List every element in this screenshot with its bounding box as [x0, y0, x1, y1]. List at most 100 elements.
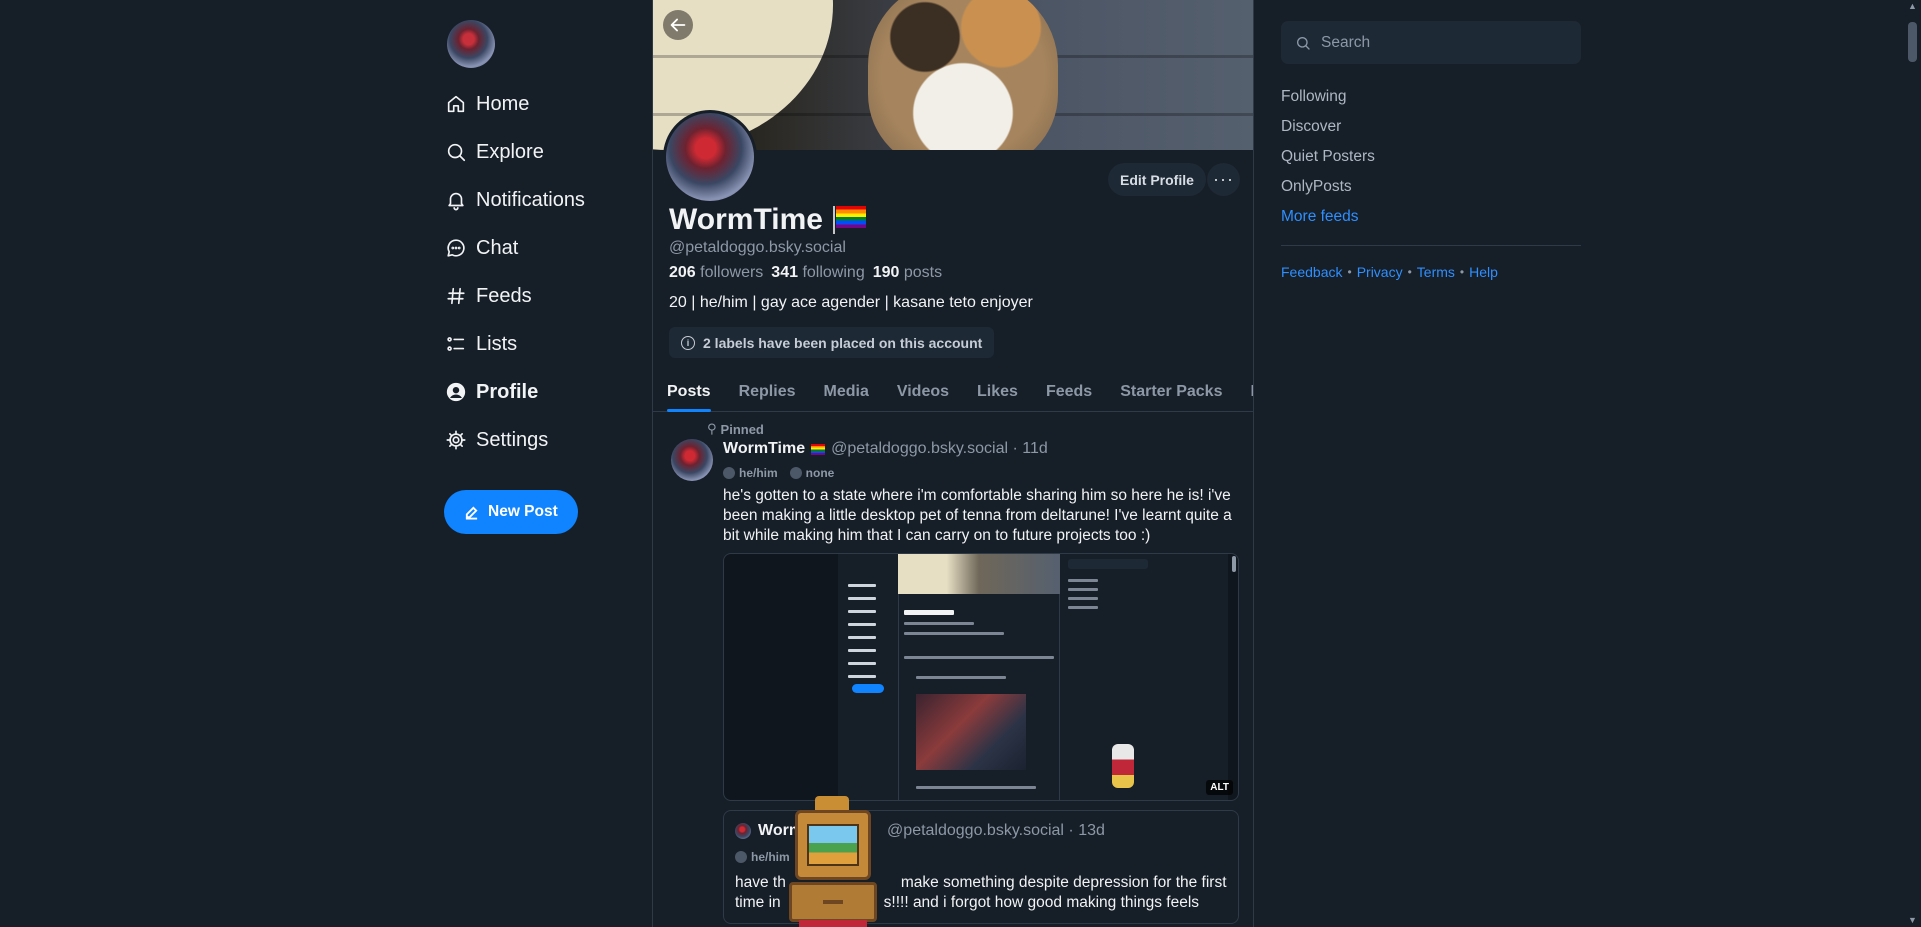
thumb-banner — [898, 554, 1060, 594]
thumb-desktop-pet — [1112, 744, 1134, 788]
nav-label: Notifications — [476, 188, 585, 211]
more-feeds-link[interactable]: More feeds — [1281, 202, 1581, 232]
profile-handle: @petaldoggo.bsky.social — [669, 239, 846, 256]
nav-item-feeds[interactable]: Feeds — [444, 272, 654, 320]
profile-stats: 206 followers 341 following 190 posts — [669, 264, 942, 282]
post-handle-time[interactable]: @petaldoggo.bsky.social · 11d — [831, 440, 1048, 458]
home-icon — [444, 92, 468, 116]
user-avatar[interactable] — [447, 20, 495, 68]
arrow-left-icon — [670, 18, 686, 32]
nav-item-profile[interactable]: Profile — [444, 368, 654, 416]
nav-label: Lists — [476, 332, 518, 355]
tab-videos[interactable]: Videos — [883, 372, 963, 412]
tab-lists[interactable]: Lists — [1236, 372, 1253, 412]
feed-links: Following Discover Quiet Posters OnlyPos… — [1281, 82, 1581, 232]
nav-label: Explore — [476, 140, 544, 163]
desktop-pet-overlay[interactable] — [785, 796, 881, 927]
nav-label: Chat — [476, 236, 519, 259]
profile-display-name: WormTime — [669, 203, 866, 237]
nav-label: Feeds — [476, 284, 532, 307]
pronoun-icon — [735, 851, 747, 863]
post-header: WormTime @petaldoggo.bsky.social · 11d — [723, 440, 1048, 458]
thumb-search — [1068, 559, 1148, 569]
thumb-text — [1068, 579, 1098, 582]
quote-pronoun-badge: he/him — [735, 850, 790, 864]
gear-icon — [444, 428, 468, 452]
pinned-label: Pinned — [720, 421, 764, 437]
pronoun-badge-none: none — [789, 466, 834, 480]
profile-tabs: Posts Replies Media Videos Likes Feeds S… — [653, 372, 1253, 412]
pronoun-icon — [789, 467, 802, 479]
nav-item-home[interactable]: Home — [444, 80, 654, 128]
post-author-avatar[interactable] — [671, 439, 713, 481]
labels-notice-text: 2 labels have been placed on this accoun… — [703, 334, 983, 351]
nav-item-notifications[interactable]: Notifications — [444, 176, 654, 224]
tab-starter-packs[interactable]: Starter Packs — [1106, 372, 1236, 412]
alt-badge[interactable]: ALT — [1206, 780, 1233, 795]
nav-item-chat[interactable]: Chat — [444, 224, 654, 272]
pronoun-icon — [723, 467, 735, 479]
separator-dot: • — [1459, 265, 1465, 279]
back-button[interactable] — [663, 10, 693, 40]
compose-icon — [465, 505, 478, 520]
profile-avatar[interactable] — [663, 110, 757, 204]
nav-item-lists[interactable]: Lists — [444, 320, 654, 368]
pride-flag-icon — [811, 443, 826, 455]
profile-bio: 20 | he/him | gay ace agender | kasane t… — [669, 294, 1033, 311]
search-placeholder: Search — [1321, 33, 1371, 51]
thumb-text — [904, 632, 1004, 635]
tab-feeds[interactable]: Feeds — [1032, 372, 1106, 412]
feed-link-following[interactable]: Following — [1281, 82, 1581, 112]
edit-profile-button[interactable]: Edit Profile — [1108, 163, 1206, 196]
new-post-label: New Post — [488, 503, 558, 520]
thumb-text — [1068, 606, 1098, 609]
pet-screen — [807, 824, 859, 866]
help-link[interactable]: Help — [1469, 264, 1498, 280]
thumb-text — [904, 656, 1054, 659]
display-name-text: WormTime — [669, 203, 823, 236]
labels-notice-button[interactable]: i 2 labels have been placed on this acco… — [669, 327, 995, 358]
feed-link-onlyposts[interactable]: OnlyPosts — [1281, 172, 1581, 202]
nav-item-settings[interactable]: Settings — [444, 416, 654, 464]
privacy-link[interactable]: Privacy — [1357, 264, 1403, 280]
thumb-text — [1068, 588, 1098, 591]
post-author-name[interactable]: WormTime — [723, 440, 805, 458]
pinned-indicator: ⚲ Pinned — [707, 421, 764, 437]
page-scrollbar[interactable]: ▲ ▼ — [1904, 0, 1921, 927]
profile-icon — [444, 380, 468, 404]
search-icon — [444, 140, 468, 164]
thumb-image — [916, 694, 1026, 770]
search-icon — [1297, 36, 1310, 50]
feed-link-discover[interactable]: Discover — [1281, 112, 1581, 142]
thumb-button — [852, 684, 884, 693]
scroll-down-arrow-icon[interactable]: ▼ — [1908, 916, 1917, 925]
search-input[interactable]: Search — [1281, 21, 1581, 64]
pin-icon: ⚲ — [707, 421, 717, 436]
new-post-button[interactable]: New Post — [444, 490, 578, 534]
feed-link-quiet-posters[interactable]: Quiet Posters — [1281, 142, 1581, 172]
followers-stat[interactable]: 206 followers — [669, 264, 763, 282]
nav-item-explore[interactable]: Explore — [444, 128, 654, 176]
scrollbar-thumb[interactable] — [1908, 22, 1917, 62]
chat-icon — [444, 236, 468, 260]
post-text: he's gotten to a state where i'm comfort… — [723, 487, 1232, 544]
thumb-text — [916, 676, 1006, 679]
tab-likes[interactable]: Likes — [963, 372, 1032, 412]
posts-stat: 190 posts — [872, 264, 943, 281]
thumb-nav — [838, 554, 896, 800]
info-icon: i — [681, 335, 695, 350]
post-image[interactable]: ALT — [723, 553, 1239, 801]
more-options-button[interactable]: ··· — [1207, 163, 1240, 196]
feedback-link[interactable]: Feedback — [1281, 264, 1342, 280]
tab-posts[interactable]: Posts — [653, 372, 725, 412]
post-pronoun-badges: he/him none — [723, 466, 834, 480]
tab-replies[interactable]: Replies — [725, 372, 810, 412]
tab-media[interactable]: Media — [810, 372, 883, 412]
terms-link[interactable]: Terms — [1417, 264, 1455, 280]
thumb-text — [1068, 597, 1098, 600]
thumb-text — [904, 610, 954, 615]
pride-flag-icon — [832, 206, 866, 234]
scroll-up-arrow-icon[interactable]: ▲ — [1908, 2, 1917, 11]
left-navigation: Home Explore Notifications Chat Feeds Li… — [444, 20, 654, 534]
following-stat[interactable]: 341 following — [771, 264, 864, 282]
